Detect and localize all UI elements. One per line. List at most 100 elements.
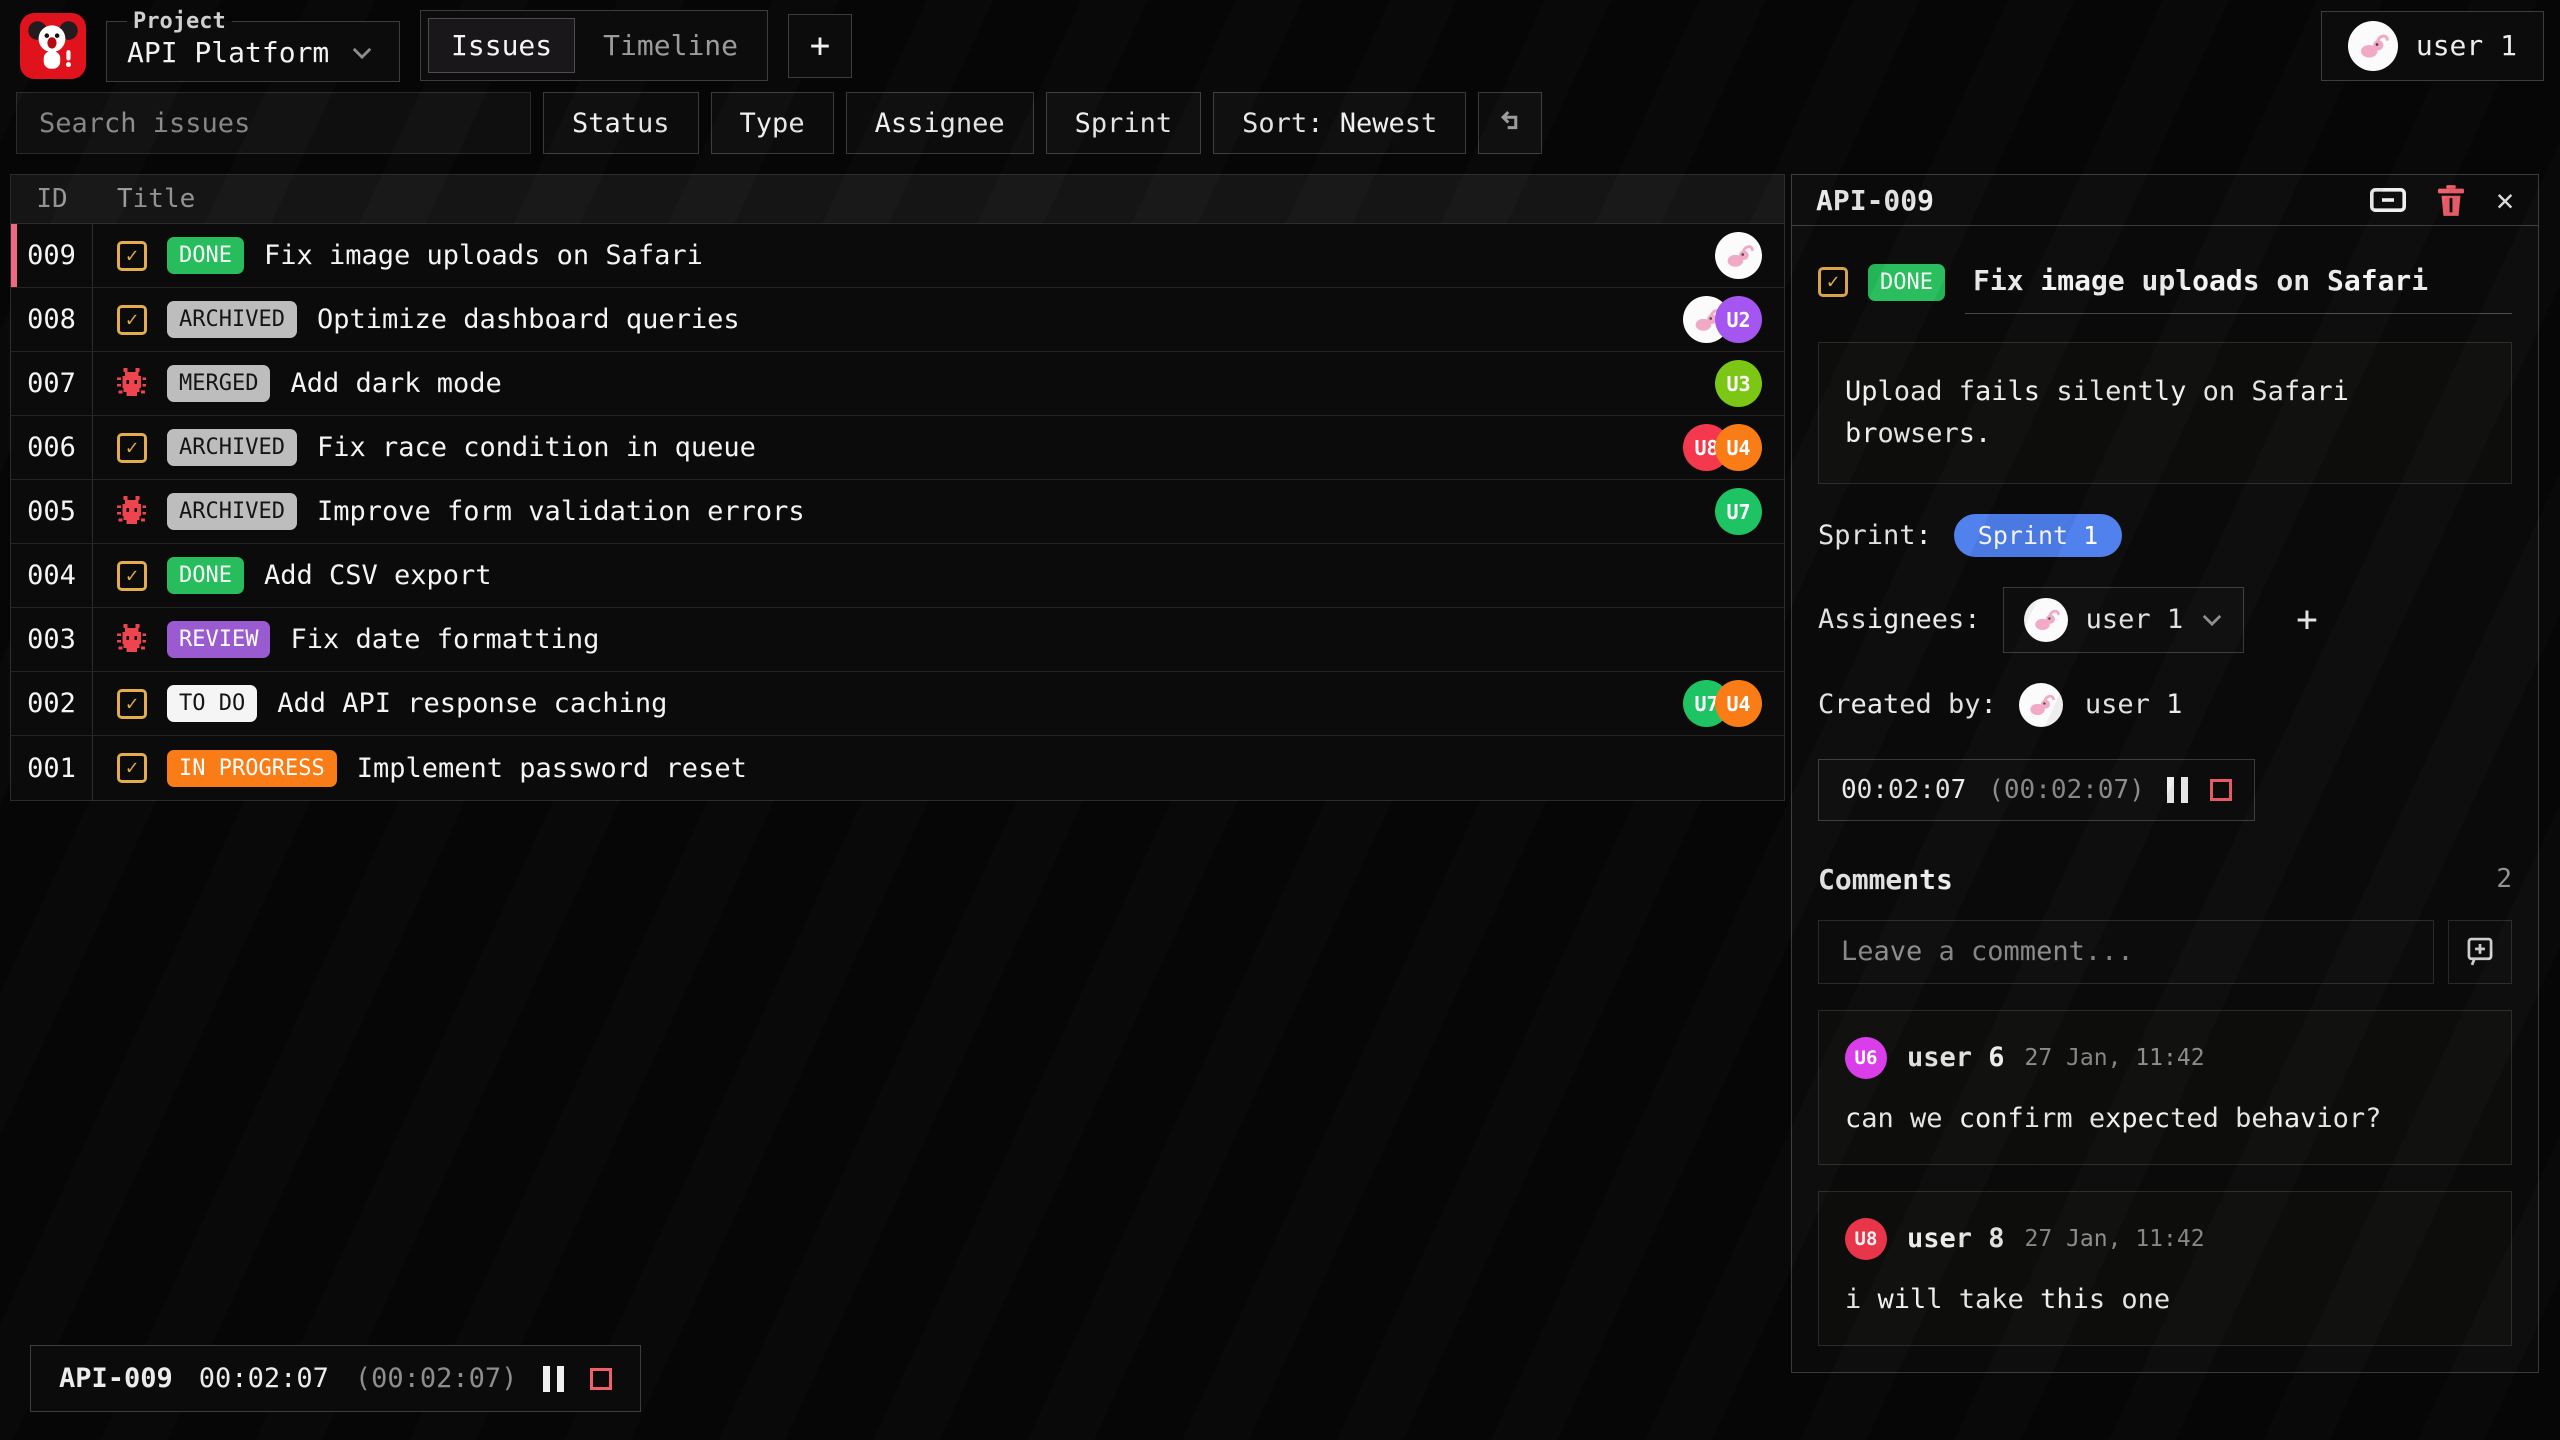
description-box[interactable]: Upload fails silently on Safari browsers… xyxy=(1818,342,2512,484)
issue-row-main: MERGEDAdd dark modeU3 xyxy=(93,352,1784,415)
issue-id: 003 xyxy=(11,608,93,671)
sprint-chip[interactable]: Sprint 1 xyxy=(1954,514,2122,557)
detail-panel-body: DONE Fix image uploads on Safari Upload … xyxy=(1792,226,2538,1372)
search-input[interactable] xyxy=(16,92,531,154)
app-root: Project API Platform Issues Timeline + u… xyxy=(0,0,2560,1440)
issue-table: ID Title 009DONEFix image uploads on Saf… xyxy=(10,174,1785,801)
sprint-row: Sprint: Sprint 1 xyxy=(1818,514,2512,557)
table-row[interactable]: 003 REVIEW Fix date formatting xyxy=(11,608,1784,672)
filter-sprint-button[interactable]: Sprint xyxy=(1046,92,1202,154)
stop-timer-button[interactable] xyxy=(590,1368,612,1390)
trash-icon xyxy=(2438,185,2464,216)
bug-icon xyxy=(117,624,146,656)
current-user-chip[interactable]: user 1 xyxy=(2321,11,2544,81)
created-by-label: Created by: xyxy=(1818,689,1997,720)
issue-id: 007 xyxy=(11,352,93,415)
issue-title: Improve form validation errors xyxy=(317,496,805,527)
issue-row-main: ARCHIVEDOptimize dashboard queries U2 xyxy=(93,288,1784,351)
comment-meta: U8user 827 Jan, 11:42 xyxy=(1845,1218,2485,1260)
tab-issues[interactable]: Issues xyxy=(428,18,575,73)
status-badge: REVIEW xyxy=(167,621,270,658)
table-row[interactable]: 005 ARCHIVEDImprove form validation erro… xyxy=(11,480,1784,544)
copy-link-button[interactable] xyxy=(2370,188,2406,212)
avatar: U6 xyxy=(1845,1037,1887,1079)
new-tab-button[interactable]: + xyxy=(788,14,852,78)
assignees-label: Assignees: xyxy=(1818,604,1981,635)
issue-detail-panel: API-009 ✕ xyxy=(1791,174,2539,1373)
status-badge: ARCHIVED xyxy=(167,301,297,338)
table-row[interactable]: 009DONEFix image uploads on Safari xyxy=(11,224,1784,288)
sprint-label: Sprint: xyxy=(1818,520,1932,551)
bug-icon xyxy=(117,624,147,656)
close-panel-button[interactable]: ✕ xyxy=(2496,183,2514,218)
avatar: U2 xyxy=(1715,296,1762,343)
status-badge: TO DO xyxy=(167,685,257,722)
mew-avatar-icon xyxy=(2030,604,2062,636)
checkbox-icon[interactable] xyxy=(117,433,147,463)
undo-button[interactable] xyxy=(1478,92,1542,154)
assignee-avatars: U7U4 xyxy=(1683,680,1768,727)
table-row[interactable]: 001IN PROGRESSImplement password reset xyxy=(11,736,1784,800)
issue-id: 001 xyxy=(11,736,93,800)
issue-title: Fix date formatting xyxy=(290,624,599,655)
table-row[interactable]: 006ARCHIVEDFix race condition in queueU8… xyxy=(11,416,1784,480)
assignee-avatars: U8U4 xyxy=(1683,424,1768,471)
add-assignee-button[interactable]: + xyxy=(2296,599,2318,640)
assignee-avatars: U2 xyxy=(1683,296,1768,343)
stop-timer-button[interactable] xyxy=(2210,779,2232,801)
assignee-dropdown[interactable]: user 1 xyxy=(2003,587,2245,653)
chevron-down-icon xyxy=(351,46,373,60)
delete-issue-button[interactable] xyxy=(2438,185,2464,216)
comment-author: user 8 xyxy=(1907,1223,2005,1254)
issue-id: 009 xyxy=(11,224,93,287)
status-badge: ARCHIVED xyxy=(167,429,297,466)
issue-row-main: IN PROGRESSImplement password reset xyxy=(93,736,1784,800)
checkbox-icon[interactable] xyxy=(1818,267,1848,297)
mew-avatar-icon xyxy=(2355,28,2391,64)
filter-type-button[interactable]: Type xyxy=(711,92,834,154)
issue-row-main: TO DO Add API response caching U7U4 xyxy=(93,672,1784,735)
comment-input[interactable] xyxy=(1818,920,2434,984)
table-header: ID Title xyxy=(11,175,1784,224)
checkbox-icon[interactable] xyxy=(117,305,147,335)
pause-timer-button[interactable] xyxy=(2167,777,2188,803)
table-row[interactable]: 002TO DOAdd API response cachingU7U4 xyxy=(11,672,1784,736)
filter-assignee-button[interactable]: Assignee xyxy=(846,92,1034,154)
detail-title-input[interactable]: Fix image uploads on Safari xyxy=(1965,264,2512,314)
table-row[interactable]: 008ARCHIVEDOptimize dashboard queries U2 xyxy=(11,288,1784,352)
bug-icon xyxy=(117,368,147,400)
pause-timer-button[interactable] xyxy=(543,1366,564,1392)
current-user-name: user 1 xyxy=(2416,29,2517,62)
project-selector[interactable]: Project API Platform xyxy=(106,9,400,82)
table-row[interactable]: 004DONEAdd CSV export xyxy=(11,544,1784,608)
bug-icon xyxy=(117,496,146,528)
checkbox-icon[interactable] xyxy=(117,241,147,271)
comments-list: U6user 627 Jan, 11:42can we confirm expe… xyxy=(1818,1010,2512,1346)
tab-timeline[interactable]: Timeline xyxy=(581,18,760,73)
checkbox-icon[interactable] xyxy=(117,561,147,591)
comment-text: i will take this one xyxy=(1845,1284,2485,1315)
floating-timer-issue: API-009 xyxy=(59,1363,173,1394)
checkbox-icon[interactable] xyxy=(117,689,147,719)
avatar xyxy=(1715,232,1762,279)
floating-timer-total: (00:02:07) xyxy=(355,1363,518,1394)
issue-title: Add API response caching xyxy=(277,688,667,719)
user-avatar xyxy=(2348,21,2398,71)
add-comment-button[interactable] xyxy=(2448,920,2512,984)
issue-row-main: ARCHIVEDImprove form validation errorsU7 xyxy=(93,480,1784,543)
creator-avatar xyxy=(2019,683,2063,727)
issue-row-main: DONEAdd CSV export xyxy=(93,544,1784,607)
comments-heading: Comments xyxy=(1818,863,2496,896)
detail-status-badge: DONE xyxy=(1868,264,1945,301)
avatar: U3 xyxy=(1715,360,1762,407)
filter-status-button[interactable]: Status xyxy=(543,92,699,154)
view-tabs: Issues Timeline xyxy=(420,10,768,81)
floating-timer-elapsed: 00:02:07 xyxy=(199,1363,329,1394)
sort-button[interactable]: Sort: Newest xyxy=(1213,92,1466,154)
issue-title: Add dark mode xyxy=(290,368,501,399)
assignees-row: Assignees: user 1 + xyxy=(1818,587,2512,653)
checkbox-icon[interactable] xyxy=(117,753,147,783)
detail-panel-header: API-009 ✕ xyxy=(1792,175,2538,226)
table-row[interactable]: 007 MERGEDAdd dark modeU3 xyxy=(11,352,1784,416)
issue-table-body: 009DONEFix image uploads on Safari 008AR… xyxy=(11,224,1784,800)
